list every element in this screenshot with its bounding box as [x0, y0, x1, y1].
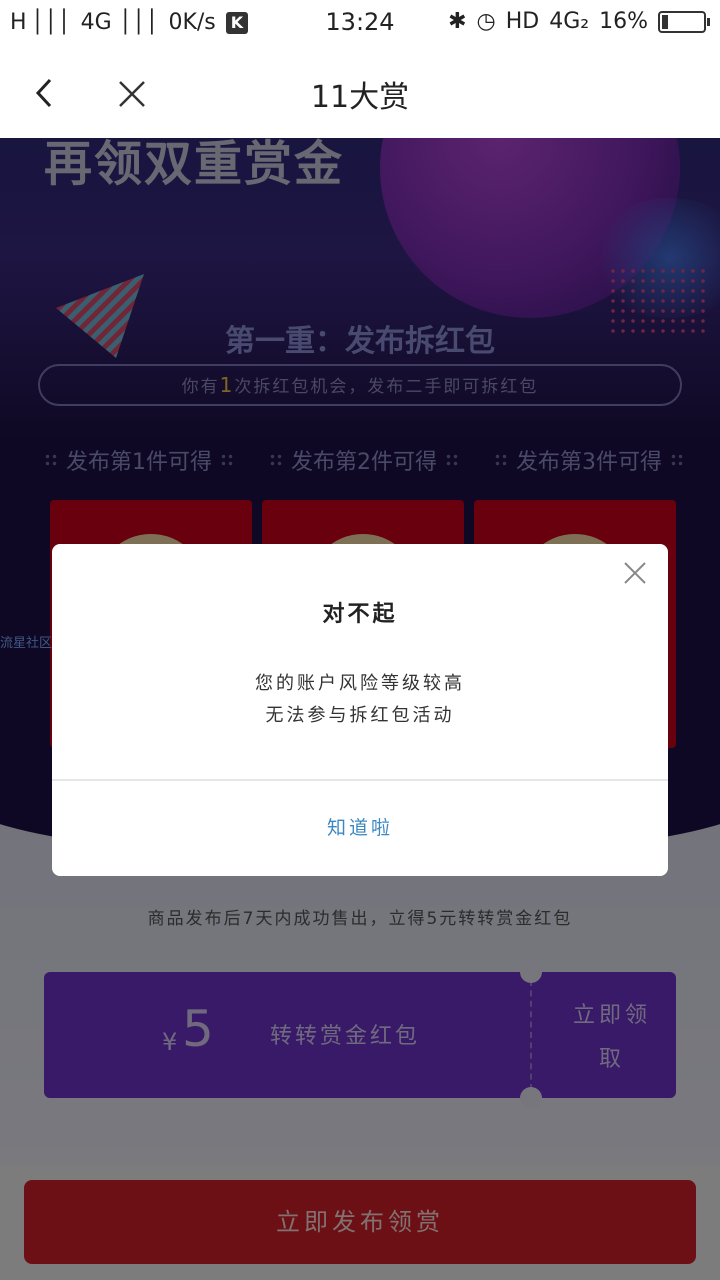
dialog-message: 您的账户风险等级较高 无法参与拆红包活动	[52, 668, 668, 732]
dialog-title: 对不起	[322, 602, 398, 627]
hd-indicator: HD	[505, 9, 540, 34]
page-title: 11大赏	[310, 80, 410, 115]
dialog-message-line1: 您的账户风险等级较高	[255, 673, 465, 694]
alarm-icon: ◷	[476, 9, 496, 34]
network2-indicator: 4G₂	[549, 9, 590, 34]
status-bar: H │││ 4G │││ 0K/s K 13:24 ✱ ◷ HD 4G₂ 16%	[0, 0, 720, 48]
battery-percent: 16%	[599, 9, 648, 34]
battery-fill	[662, 14, 668, 29]
dialog-close-icon[interactable]	[622, 560, 648, 586]
dialog-ok-button[interactable]: 知道啦	[52, 781, 668, 876]
dialog-message-line2: 无法参与拆红包活动	[265, 705, 455, 726]
battery-icon	[658, 10, 710, 33]
alert-dialog: 对不起 您的账户风险等级较高 无法参与拆红包活动 知道啦	[52, 544, 668, 876]
nav-bar: 11大赏	[0, 48, 720, 138]
bluetooth-icon: ✱	[448, 9, 467, 34]
